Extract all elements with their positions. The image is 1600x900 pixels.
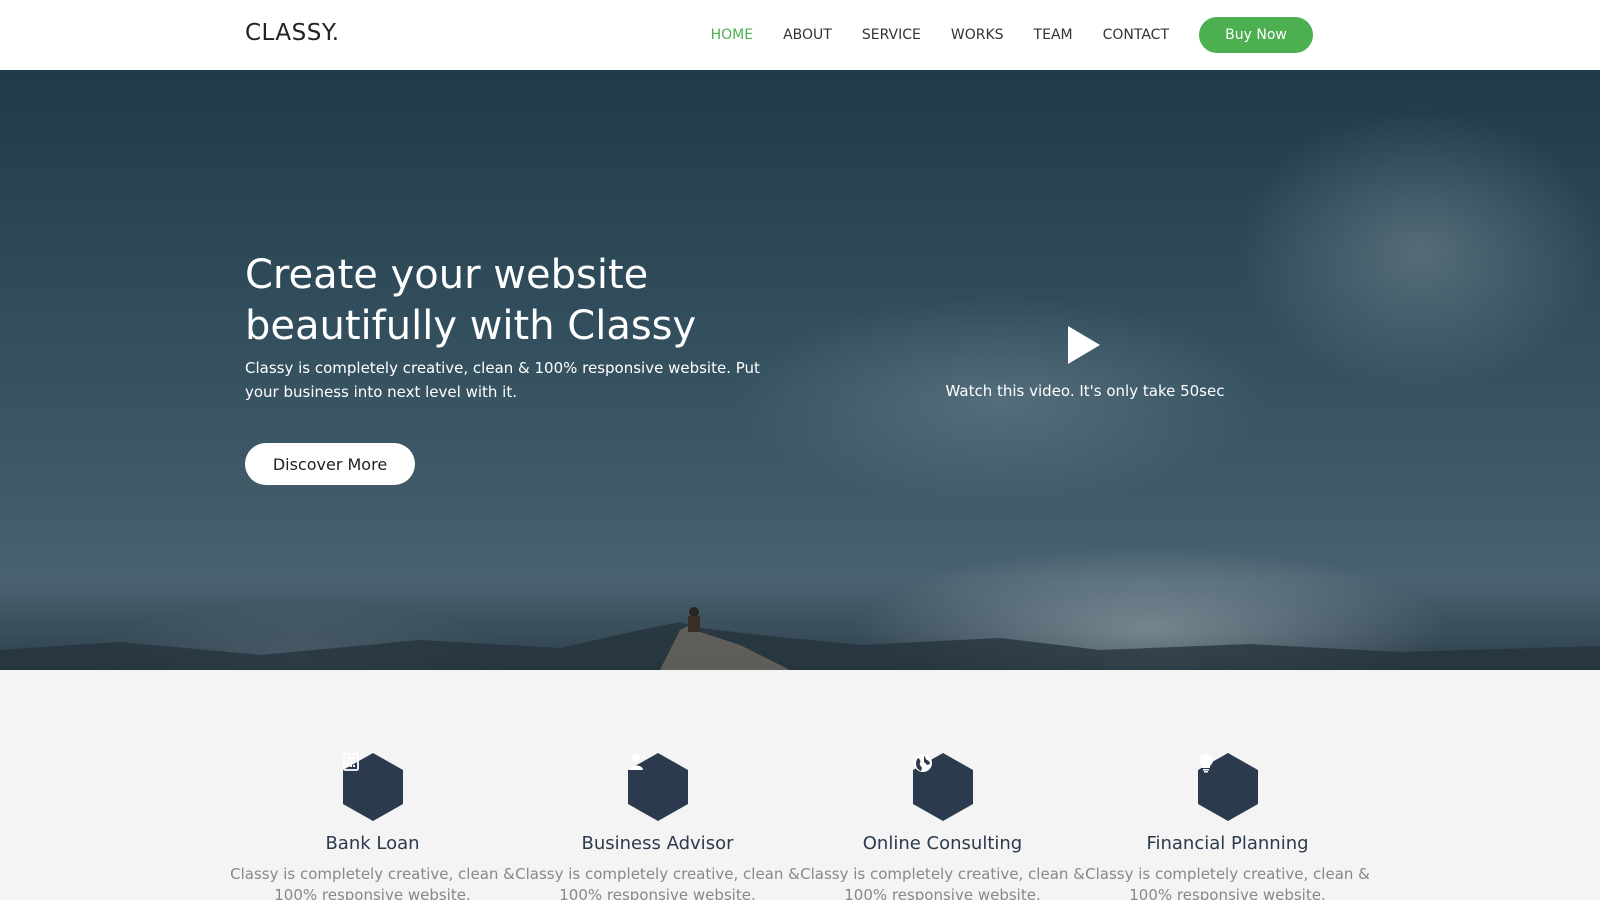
service-description: Classy is completely creative, clean & 1… [515,865,800,900]
person-icon [628,754,644,770]
service-bank-loan: Bank Loan Classy is completely creative,… [230,753,515,900]
play-icon[interactable] [1066,324,1102,366]
service-icon-hex [342,753,403,821]
mountain-silhouette [0,607,1600,670]
nav-works[interactable]: WORKS [951,27,1004,43]
service-icon-hex [912,753,973,821]
nav-service[interactable]: SERVICE [862,27,921,43]
site-logo[interactable]: CLASSY. [245,20,340,46]
service-title: Online Consulting [862,833,1023,854]
service-business-advisor: Business Advisor Classy is completely cr… [515,753,800,900]
hero-title-line2: beautifully with Classy [245,303,697,349]
service-icon-hex [627,753,688,821]
nav-contact[interactable]: CONTACT [1103,27,1169,43]
buy-now-button[interactable]: Buy Now [1199,17,1313,53]
globe-icon [913,754,932,772]
hero-section: Create your website beautifully with Cla… [0,70,1600,670]
nav-about[interactable]: ABOUT [783,27,832,43]
service-financial-planning: Financial Planning Classy is completely … [1085,753,1370,900]
service-description: Classy is completely creative, clean & 1… [1085,865,1370,900]
services-section: Bank Loan Classy is completely creative,… [0,670,1600,900]
service-description: Classy is completely creative, clean & 1… [800,865,1085,900]
hero-title-line1: Create your website [245,252,649,298]
hero-subtitle: Classy is completely creative, clean & 1… [245,359,760,401]
video-caption: Watch this video. It's only take 50sec [945,382,1225,400]
discover-more-button[interactable]: Discover More [245,443,415,485]
service-title: Bank Loan [325,833,420,854]
service-online-consulting: Online Consulting Classy is completely c… [800,753,1085,900]
service-title: Business Advisor [581,833,734,854]
main-nav: HOME ABOUT SERVICE WORKS TEAM CONTACT Bu… [681,0,1313,70]
service-title: Financial Planning [1146,833,1309,854]
site-header: CLASSY. HOME ABOUT SERVICE WORKS TEAM CO… [0,0,1600,70]
lightbulb-icon [1198,754,1213,773]
calculator-icon [342,753,359,771]
nav-team[interactable]: TEAM [1034,27,1073,43]
nav-home[interactable]: HOME [711,27,753,43]
service-icon-hex [1197,753,1258,821]
service-description: Classy is completely creative, clean & 1… [230,865,515,900]
hero-title: Create your website beautifully with Cla… [245,250,805,352]
